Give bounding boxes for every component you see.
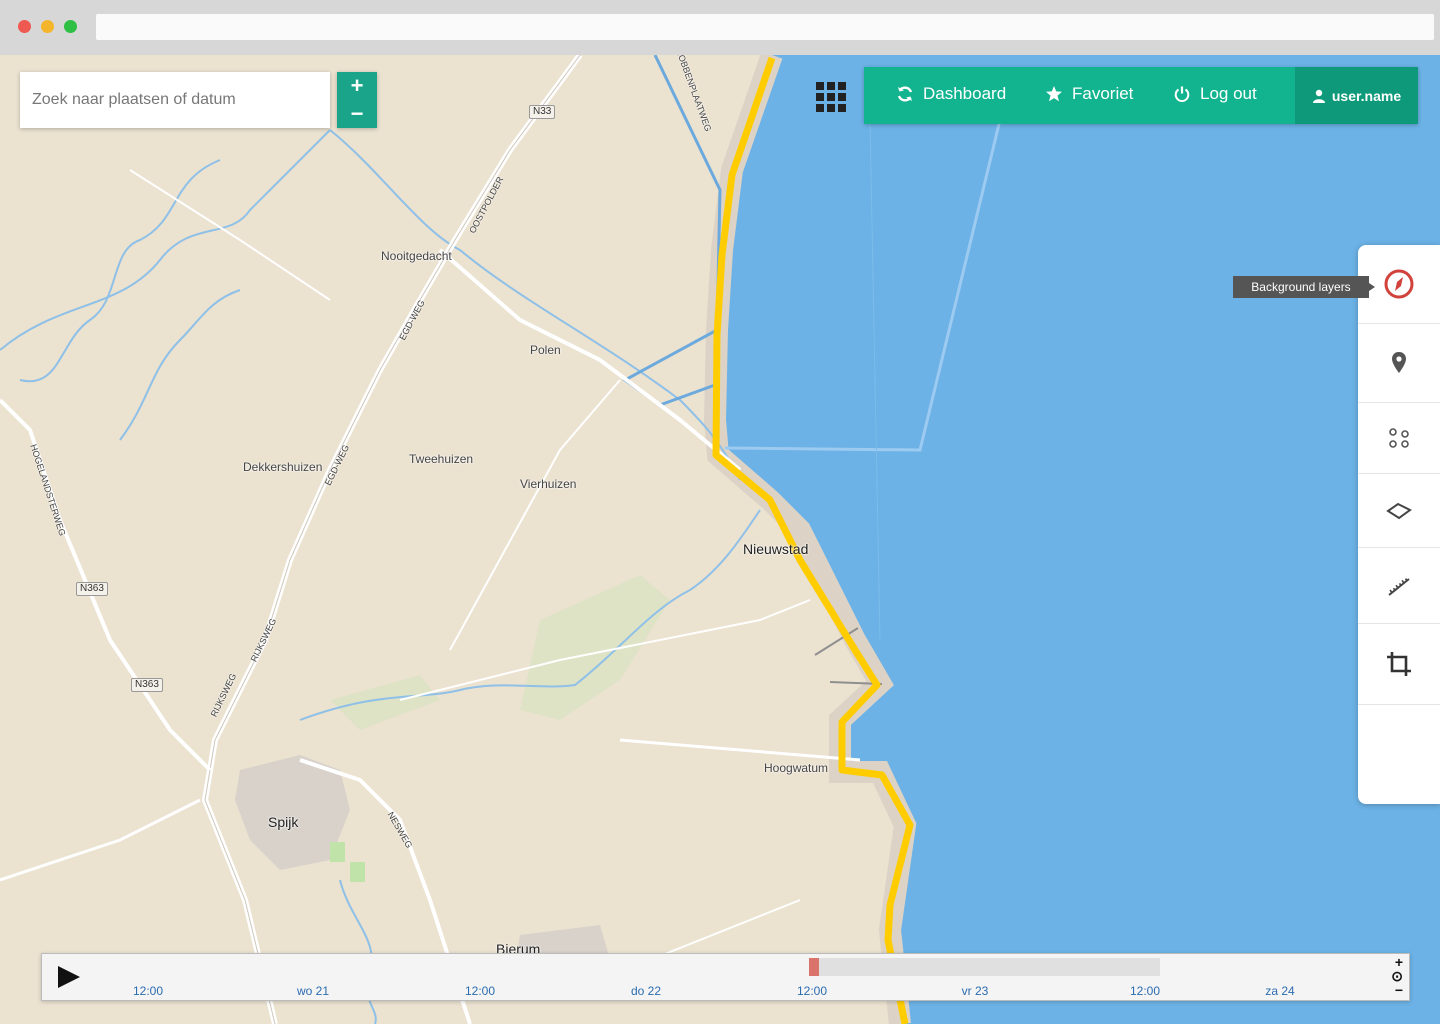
search-input[interactable] — [20, 72, 324, 128]
timeline-cursor[interactable] — [809, 958, 819, 976]
refresh-icon — [897, 86, 913, 102]
compass-icon — [1384, 269, 1414, 299]
road-shield: N363 — [76, 582, 108, 596]
timeline-tick: vr 23 — [961, 984, 989, 998]
map-pin-icon — [1392, 352, 1406, 373]
zoom-in-button[interactable]: + — [337, 72, 377, 100]
browser-chrome — [0, 0, 1440, 55]
points-icon — [1389, 428, 1409, 448]
user-icon — [1312, 89, 1325, 103]
zoom-control: + − — [337, 72, 377, 128]
timeline-tick: 12:00 — [796, 984, 828, 998]
crop-tool-button[interactable] — [1358, 624, 1440, 705]
top-nav: Dashboard Favoriet Log out user.name — [864, 67, 1418, 124]
polygon-icon — [1386, 502, 1412, 519]
logout-link[interactable]: Log out — [1173, 84, 1257, 104]
place-label: Dekkershuizen — [243, 460, 323, 474]
place-label: Nieuwstad — [743, 541, 809, 557]
crop-icon — [1387, 652, 1411, 676]
logout-label: Log out — [1200, 84, 1257, 103]
place-label: Nooitgedacht — [381, 249, 452, 263]
marker-tool-button[interactable] — [1358, 324, 1440, 403]
polygon-tool-button[interactable] — [1358, 474, 1440, 548]
search-box — [20, 72, 330, 128]
power-icon — [1174, 86, 1190, 103]
play-button[interactable] — [58, 966, 80, 988]
timeline-tick: za 24 — [1265, 984, 1295, 998]
place-label: Tweehuizen — [409, 452, 474, 466]
place-label: Spijk — [268, 814, 299, 830]
timeline-tick: wo 21 — [296, 984, 330, 998]
apps-grid-icon[interactable] — [816, 82, 846, 112]
timeline-tick: 12:00 — [1129, 984, 1161, 998]
dashboard-link[interactable]: Dashboard — [896, 84, 1006, 104]
star-icon — [1046, 86, 1062, 102]
minimize-dot[interactable] — [41, 20, 54, 33]
points-tool-button[interactable] — [1358, 403, 1440, 474]
map-graphics — [0, 55, 1440, 1024]
place-label: Hoogwatum — [764, 761, 829, 775]
favoriet-link[interactable]: Favoriet — [1045, 84, 1133, 104]
ruler-icon — [1388, 577, 1410, 596]
tool-panel — [1358, 245, 1440, 804]
favoriet-label: Favoriet — [1072, 84, 1134, 103]
road-shield: N363 — [131, 678, 163, 692]
timeline-range[interactable] — [810, 958, 1160, 976]
road-shield: N33 — [529, 105, 556, 119]
place-label: Polen — [530, 343, 561, 357]
timeline: 12:00 wo 21 12:00 do 22 12:00 vr 23 12:0… — [41, 953, 1410, 1001]
user-name: user.name — [1331, 87, 1402, 104]
place-label: Vierhuizen — [520, 477, 577, 491]
close-dot[interactable] — [18, 20, 31, 33]
timeline-tick: 12:00 — [464, 984, 496, 998]
timeline-zoom-out-button[interactable]: − — [1395, 982, 1403, 998]
user-menu[interactable]: user.name — [1295, 67, 1418, 124]
url-bar[interactable] — [96, 14, 1434, 40]
timeline-tick: 12:00 — [132, 984, 164, 998]
background-layers-tooltip: Background layers — [1233, 276, 1375, 298]
measure-tool-button[interactable] — [1358, 548, 1440, 624]
maximize-dot[interactable] — [64, 20, 77, 33]
map-canvas[interactable]: Nooitgedacht Polen Tweehuizen Dekkershui… — [0, 55, 1440, 1024]
dashboard-label: Dashboard — [923, 84, 1007, 103]
timeline-tick: do 22 — [630, 984, 662, 998]
zoom-out-button[interactable]: − — [337, 100, 377, 128]
